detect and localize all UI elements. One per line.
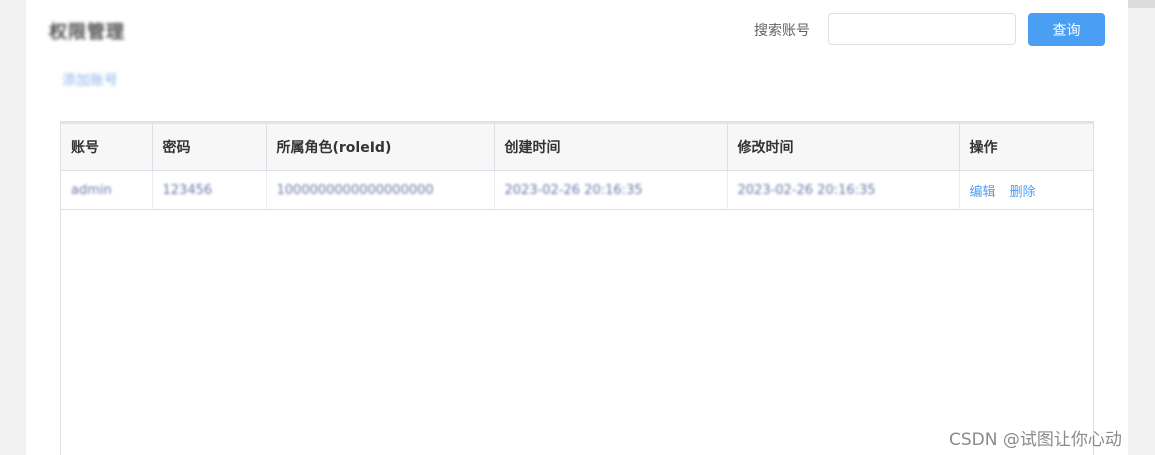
table-row: admin 123456 1000000000000000000 2023-02… xyxy=(61,170,1093,210)
delete-button[interactable]: 删除 xyxy=(1010,185,1036,200)
table-header-row: 账号 密码 所属角色(roleId) 创建时间 修改时间 操作 xyxy=(61,122,1093,171)
cell-modified: 2023-02-26 20:16:35 xyxy=(727,170,960,210)
account-table: 账号 密码 所属角色(roleId) 创建时间 修改时间 操作 admin 12… xyxy=(60,121,1094,455)
watermark: CSDN @试图让你心动 xyxy=(949,430,1122,450)
cell-created: 2023-02-26 20:16:35 xyxy=(494,170,728,210)
cell-password: 123456 xyxy=(152,170,267,210)
add-account-link[interactable]: 添加账号 xyxy=(62,70,118,90)
column-header-password: 密码 xyxy=(152,122,267,171)
edit-button[interactable]: 编辑 xyxy=(970,185,996,200)
column-header-created: 创建时间 xyxy=(494,122,728,171)
cell-role-text: 1000000000000000000 xyxy=(276,182,434,198)
cell-role: 1000000000000000000 xyxy=(266,170,495,210)
cell-password-text: 123456 xyxy=(162,182,213,198)
column-header-actions: 操作 xyxy=(959,122,1093,171)
search-button[interactable]: 查询 xyxy=(1028,13,1105,46)
column-header-modified: 修改时间 xyxy=(727,122,960,171)
search-input[interactable] xyxy=(828,13,1016,45)
page-title: 权限管理 xyxy=(49,22,125,43)
cell-actions: 编辑 删除 xyxy=(959,170,1093,210)
cell-account: admin xyxy=(61,170,153,210)
cell-account-text: admin xyxy=(71,182,112,198)
column-header-role: 所属角色(roleId) xyxy=(266,122,495,171)
app-canvas: 权限管理 添加账号 搜索账号 查询 账号 密码 所属角色(roleId) 创建时… xyxy=(0,0,1155,455)
cell-modified-text: 2023-02-26 20:16:35 xyxy=(737,182,876,198)
scrollbar-corner[interactable] xyxy=(1128,0,1155,8)
search-label: 搜索账号 xyxy=(754,23,810,39)
cell-created-text: 2023-02-26 20:16:35 xyxy=(504,182,643,198)
column-header-account: 账号 xyxy=(61,122,153,171)
